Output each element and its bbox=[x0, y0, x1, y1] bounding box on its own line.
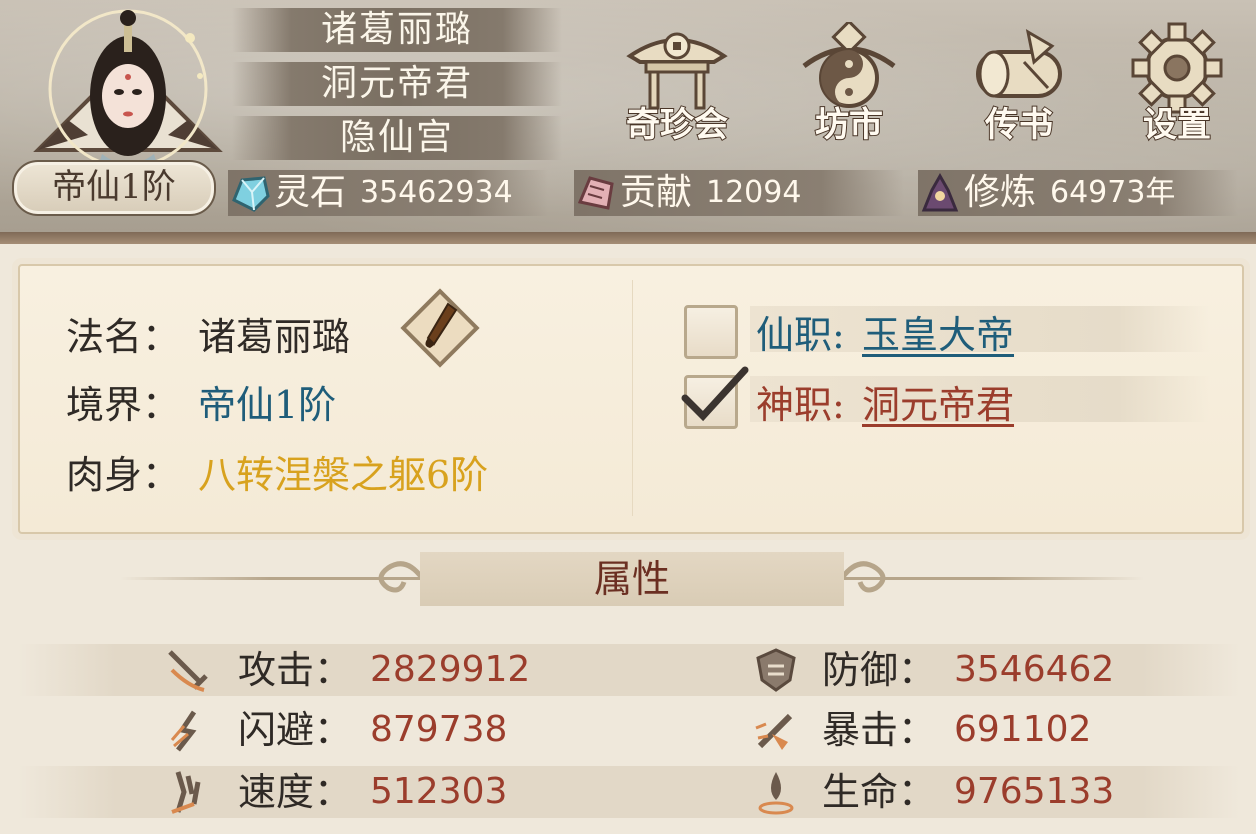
rank-badge: 帝仙1阶 bbox=[12, 160, 216, 216]
attack-value: 2829912 bbox=[370, 649, 531, 690]
title-bar: 洞元帝君 bbox=[232, 62, 562, 106]
contribution-label: 贡献 bbox=[620, 172, 693, 213]
critical-value: 691102 bbox=[954, 709, 1092, 750]
market-label: 坊市 bbox=[814, 104, 884, 146]
life-label: 生命： bbox=[822, 770, 937, 814]
shield-defense-icon bbox=[756, 648, 796, 692]
settings-label: 设置 bbox=[1142, 104, 1212, 146]
letter-button[interactable]: 传书 bbox=[954, 22, 1084, 152]
defense-value: 3546462 bbox=[954, 649, 1115, 690]
cloud-ornament-left-icon bbox=[378, 561, 425, 593]
immortal-post-label: 仙职: bbox=[756, 313, 845, 357]
treasure-fair-button[interactable]: 奇珍会 bbox=[612, 22, 742, 152]
dharma-name-label: 法名： bbox=[66, 315, 181, 359]
immortal-post-link[interactable]: 玉皇大帝 bbox=[862, 304, 1014, 359]
realm-label: 境界： bbox=[66, 383, 181, 427]
life-icon bbox=[758, 772, 794, 815]
cloud-ornament-right-icon bbox=[839, 561, 886, 593]
speed-value: 512303 bbox=[370, 771, 508, 812]
body-label: 肉身： bbox=[66, 453, 181, 497]
realm-value: 帝仙1阶 bbox=[198, 383, 337, 427]
market-button[interactable]: 坊市 bbox=[784, 22, 914, 152]
edit-name-button[interactable] bbox=[398, 286, 482, 370]
cultivation-resource: 修炼 64973年 bbox=[918, 170, 1238, 216]
body-value: 八转涅槃之躯6阶 bbox=[198, 453, 489, 497]
divine-post-link[interactable]: 洞元帝君 bbox=[862, 374, 1014, 429]
letter-label: 传书 bbox=[984, 104, 1054, 146]
dao-name-bar: 诸葛丽璐 bbox=[232, 8, 562, 52]
cultivation-value: 64973年 bbox=[1050, 175, 1176, 210]
spirit-stone-resource: 灵石 35462934 bbox=[228, 170, 548, 216]
dao-name-label: 诸葛丽璐 bbox=[320, 9, 473, 50]
contribution-value: 12094 bbox=[706, 175, 802, 210]
speed-icon bbox=[171, 771, 201, 814]
dodge-label: 闪避： bbox=[238, 708, 353, 752]
checkmark-icon bbox=[681, 366, 749, 422]
contribution-icon bbox=[577, 176, 614, 210]
divine-post-checkbox[interactable] bbox=[681, 366, 749, 429]
portrait-icon bbox=[48, 9, 208, 174]
dodge-value: 879738 bbox=[370, 709, 508, 750]
dodge-icon bbox=[170, 710, 197, 752]
top-header: 帝仙1阶 诸葛丽璐 洞元帝君 隐仙宫 奇珍会 坊市 传书 设置 灵石 35462… bbox=[0, 0, 1256, 240]
title-label: 洞元帝君 bbox=[320, 63, 473, 104]
spirit-stone-label: 灵石 bbox=[274, 172, 347, 213]
attack-label: 攻击： bbox=[238, 648, 353, 692]
life-value: 9765133 bbox=[954, 771, 1115, 812]
divine-post-label: 神职: bbox=[756, 383, 845, 427]
rank-badge-label: 帝仙1阶 bbox=[52, 167, 176, 207]
spirit-stone-value: 35462934 bbox=[360, 175, 513, 210]
sect-bar: 隐仙宫 bbox=[232, 116, 562, 160]
immortal-post-checkbox[interactable] bbox=[684, 305, 738, 359]
sect-label: 隐仙宫 bbox=[339, 117, 454, 158]
attributes-title: 属性 bbox=[593, 557, 670, 601]
cultivation-icon bbox=[921, 172, 959, 212]
treasure-fair-label: 奇珍会 bbox=[625, 104, 729, 146]
cultivation-label: 修炼 bbox=[964, 172, 1037, 213]
sword-attack-icon bbox=[168, 650, 208, 692]
contribution-resource: 贡献 12094 bbox=[574, 170, 904, 216]
critical-icon bbox=[755, 713, 793, 750]
critical-label: 暴击： bbox=[822, 708, 937, 752]
header-divider bbox=[0, 232, 1256, 244]
spirit-stone-icon bbox=[232, 176, 270, 212]
settings-button[interactable]: 设置 bbox=[1112, 22, 1242, 152]
dharma-name-value: 诸葛丽璐 bbox=[198, 315, 351, 359]
speed-label: 速度： bbox=[238, 770, 353, 814]
defense-label: 防御： bbox=[822, 648, 937, 692]
attributes-title-plate: 属性 bbox=[420, 552, 844, 606]
